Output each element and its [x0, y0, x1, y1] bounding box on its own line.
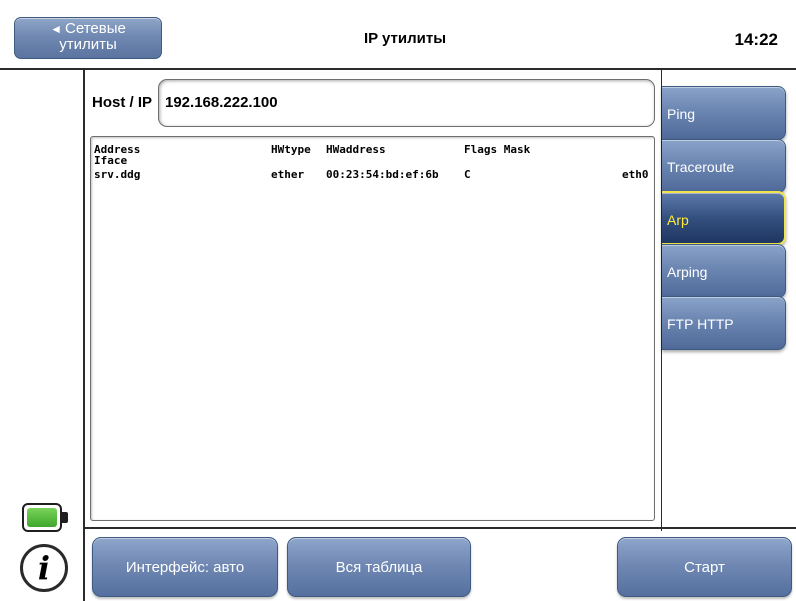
info-icon[interactable]: i [20, 544, 68, 592]
column-header-hwtype: HWtype [271, 143, 311, 156]
battery-icon [22, 503, 68, 532]
back-button-label-line2: утилиты [59, 36, 117, 53]
row-address: srv.ddg [94, 168, 141, 181]
column-header-flags-mask: Flags Mask [464, 143, 531, 156]
row-flags: C [464, 168, 471, 181]
column-header-hwaddress: HWaddress [326, 143, 386, 156]
tab-arp[interactable]: Arp [662, 191, 786, 245]
tab-ftp-http[interactable]: FTP HTTP [662, 296, 786, 350]
battery-body [22, 503, 62, 532]
row-iface: eth0 [622, 168, 649, 181]
back-arrow-icon: ◄ [50, 22, 63, 36]
host-ip-label: Host / IP [92, 94, 153, 111]
tab-ping[interactable]: Ping [662, 86, 786, 140]
tab-arping[interactable]: Arping [662, 244, 786, 298]
interface-auto-button[interactable]: Интерфейс: авто [92, 537, 278, 597]
left-panel-divider [83, 70, 85, 601]
page-title: IP утилиты [363, 30, 447, 47]
header-bar: ◄ Сетевые утилиты IP утилиты 14:22 [0, 0, 796, 70]
row-hwtype: ether [271, 168, 305, 181]
arp-output-panel[interactable]: Address HWtype HWaddress Flags Mask Ifac… [90, 136, 655, 521]
clock: 14:22 [734, 30, 778, 49]
battery-tip [62, 512, 68, 523]
back-button[interactable]: ◄ Сетевые утилиты [14, 17, 162, 59]
column-header-iface: Iface [94, 154, 128, 167]
row-hwaddress: 00:23:54:bd:ef:6b [326, 168, 439, 181]
host-ip-input[interactable]: 192.168.222.100 [158, 79, 655, 127]
tab-traceroute[interactable]: Traceroute [662, 139, 786, 193]
start-button[interactable]: Старт [617, 537, 792, 597]
back-button-label-line1: Сетевые [65, 20, 126, 37]
bottom-divider [83, 527, 796, 529]
full-table-button[interactable]: Вся таблица [287, 537, 471, 597]
battery-level-fill [27, 508, 57, 527]
header-divider [0, 68, 796, 70]
